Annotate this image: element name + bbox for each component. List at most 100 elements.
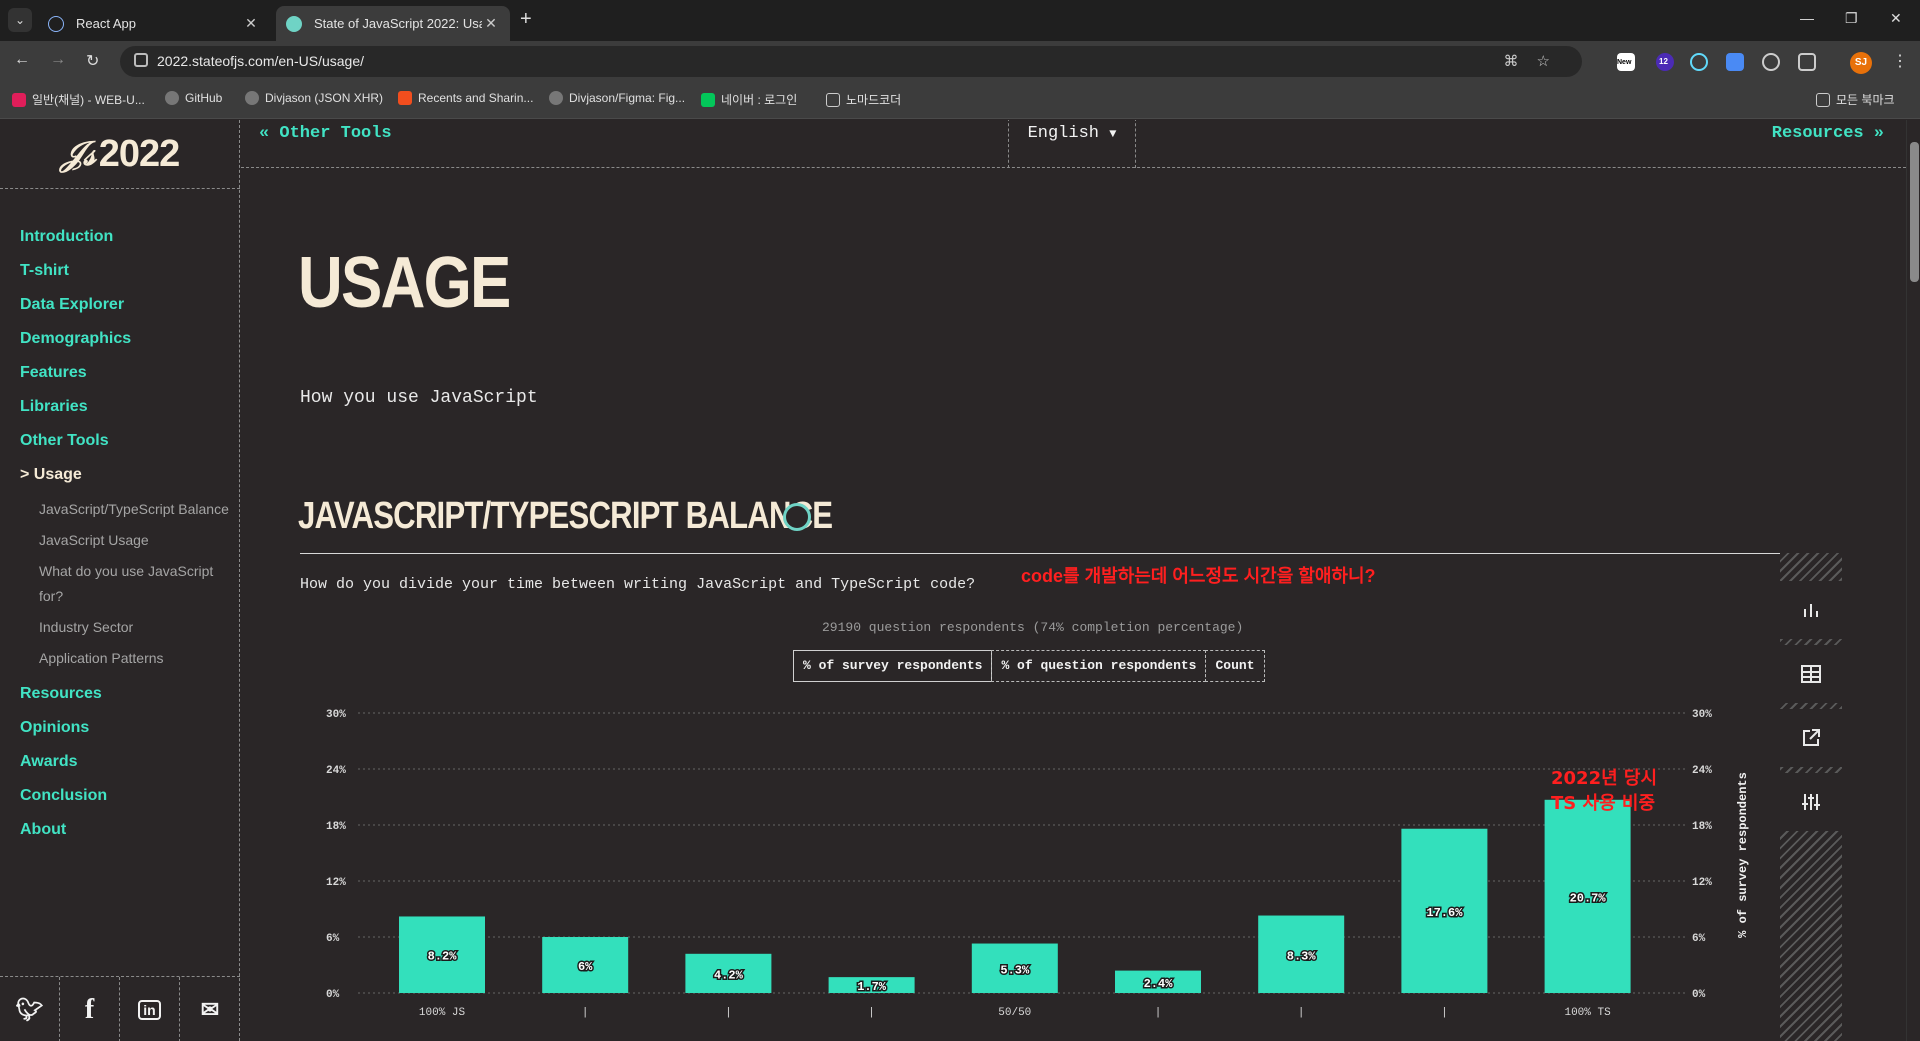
sidebar-item-other-tools[interactable]: Other Tools: [20, 424, 229, 458]
sidebar-item-conclusion[interactable]: Conclusion: [20, 779, 229, 813]
sidebar-item-libraries[interactable]: Libraries: [20, 390, 229, 424]
linkedin-icon[interactable]: in: [120, 977, 180, 1041]
sidebar-item-demographics[interactable]: Demographics: [20, 322, 229, 356]
x-tick-label: |: [725, 1007, 732, 1019]
language-label: English: [1027, 124, 1099, 143]
profile-avatar[interactable]: SJ: [1850, 52, 1872, 74]
page-title: USAGE: [298, 243, 511, 323]
bookmark-label: 네이버 : 로그인: [721, 93, 798, 107]
translate-and-bookmark-icons[interactable]: ⌘☆: [1504, 52, 1568, 70]
sidebar-subitem-js-usage[interactable]: JavaScript Usage: [39, 528, 229, 553]
extension-new-icon[interactable]: New: [1617, 53, 1635, 71]
page-content: 𝒥𝓈 2022 Introduction T-shirt Data Explor…: [0, 120, 1920, 1041]
sidebar-item-resources[interactable]: Resources: [20, 677, 229, 711]
bookmark-label: Recents and Sharin...: [418, 91, 534, 105]
tab-state-of-js[interactable]: State of JavaScript 2022: Usage ✕: [276, 6, 510, 41]
sidebar-subitem-what-use-js-for[interactable]: What do you use JavaScript for?: [39, 559, 229, 609]
unit-survey-respondents-button[interactable]: % of survey respondents: [793, 650, 993, 682]
new-tab-button[interactable]: +: [520, 8, 532, 31]
facebook-icon[interactable]: f: [60, 977, 120, 1041]
unit-count-button[interactable]: Count: [1205, 650, 1265, 682]
extension-circle-icon[interactable]: [1762, 53, 1780, 71]
sidebar-item-awards[interactable]: Awards: [20, 745, 229, 779]
menu-kebab-icon[interactable]: ⋮: [1892, 51, 1908, 71]
customize-sliders-icon[interactable]: [1780, 773, 1842, 831]
sidebar-item-features[interactable]: Features: [20, 356, 229, 390]
bookmark-item[interactable]: Divjason/Figma: Fig...: [549, 91, 685, 105]
browser-tab-bar: ⌄ React App ✕ State of JavaScript 2022: …: [0, 0, 1920, 41]
bookmark-item[interactable]: 노마드코더: [826, 91, 901, 108]
stateofjs-icon: [286, 15, 302, 32]
language-selector[interactable]: English ▼: [1008, 120, 1136, 168]
react-icon: [48, 15, 64, 32]
question-annotation: code를 개발하는데 어느정도 시간을 할애하니?: [1021, 566, 1376, 586]
bookmark-label: 모든 북마크: [1836, 93, 1895, 107]
bookmark-item[interactable]: Divjason (JSON XHR): [245, 91, 383, 105]
sidebar-subitem-application-patterns[interactable]: Application Patterns: [39, 646, 229, 671]
close-tab-icon[interactable]: ✕: [242, 15, 260, 32]
minimize-icon[interactable]: —: [1800, 10, 1814, 26]
email-icon[interactable]: ✉: [180, 977, 240, 1041]
bar-value-label: 6%: [578, 960, 593, 974]
bookmark-item[interactable]: 일반(채널) - WEB-U...: [12, 91, 145, 108]
unit-question-respondents-button[interactable]: % of question respondents: [991, 650, 1207, 682]
forward-icon[interactable]: →: [50, 51, 66, 69]
sidebar-item-opinions[interactable]: Opinions: [20, 711, 229, 745]
bar-value-label: 20.7%: [1570, 891, 1607, 905]
folder-icon: [826, 92, 840, 107]
sidebar-item-about[interactable]: About: [20, 813, 229, 847]
react-devtools-icon[interactable]: [1690, 53, 1708, 71]
y-tick-label-right: 18%: [1692, 821, 1712, 833]
figma-icon: [398, 91, 412, 105]
site-info-icon[interactable]: [134, 53, 148, 67]
tab-search-button[interactable]: ⌄: [8, 8, 32, 32]
twitter-icon[interactable]: 🐦︎: [0, 977, 60, 1041]
back-icon[interactable]: ←: [14, 51, 30, 69]
bookmark-label: 일반(채널) - WEB-U...: [32, 93, 145, 107]
address-bar[interactable]: 2022.stateofjs.com/en-US/usage/ ⌘☆: [120, 46, 1582, 77]
bookmark-item[interactable]: GitHub: [165, 91, 222, 105]
bookmarks-bar: 일반(채널) - WEB-U... GitHub Divjason (JSON …: [0, 82, 1920, 119]
bar-annotation-line2: TS 사용 비중: [1551, 793, 1655, 814]
logo-year: 2022: [98, 132, 181, 175]
sidebar-subitem-industry-sector[interactable]: Industry Sector: [39, 615, 229, 640]
extensions-puzzle-icon[interactable]: [1798, 53, 1816, 71]
site-logo[interactable]: 𝒥𝓈 2022: [0, 120, 240, 189]
count-badge: 12: [1659, 57, 1668, 66]
url-text[interactable]: 2022.stateofjs.com/en-US/usage/: [157, 53, 364, 69]
extension-doc-icon[interactable]: [1726, 53, 1744, 71]
y-tick-label-left: 30%: [326, 709, 346, 721]
sidebar-item-usage[interactable]: > Usage: [20, 458, 229, 492]
bar-value-label: 5.3%: [1000, 963, 1030, 977]
scrollbar-thumb[interactable]: [1910, 142, 1919, 282]
next-section-link[interactable]: Resources »: [1772, 124, 1884, 143]
share-external-icon[interactable]: [1780, 709, 1842, 767]
table-view-icon[interactable]: [1780, 645, 1842, 703]
bookmark-item[interactable]: Recents and Sharin...: [398, 91, 533, 105]
sidebar-item-introduction[interactable]: Introduction: [20, 220, 229, 254]
balance-bar-chart: 0% 0% 6% 6% 12% 12% 18% 18% 24% 24% 30% 30% 8.2% 100%…: [326, 709, 1750, 1019]
tab-react-app[interactable]: React App ✕: [38, 6, 270, 41]
page-scrollbar[interactable]: [1906, 120, 1920, 1041]
y-tick-label-right: 30%: [1692, 709, 1712, 721]
x-tick-label: |: [1298, 1007, 1305, 1019]
close-window-icon[interactable]: ✕: [1890, 10, 1902, 27]
x-tick-label: |: [1441, 1007, 1448, 1019]
extension-counter-icon[interactable]: 12: [1656, 53, 1674, 71]
previous-section-link[interactable]: « Other Tools: [259, 124, 392, 143]
bar-chart-view-icon[interactable]: [1780, 581, 1842, 639]
bar-value-label: 17.6%: [1426, 906, 1463, 920]
bar-value-label: 1.7%: [857, 980, 887, 994]
sidebar-item-tshirt[interactable]: T-shirt: [20, 254, 229, 288]
all-bookmarks-folder[interactable]: 모든 북마크: [1816, 91, 1895, 108]
close-tab-icon[interactable]: ✕: [482, 15, 500, 32]
unit-switcher: % of survey respondents % of question re…: [793, 650, 1265, 682]
y-tick-label-left: 18%: [326, 821, 346, 833]
sidebar-subitem-js-ts-balance[interactable]: JavaScript/TypeScript Balance: [39, 497, 229, 522]
bar-value-label: 4.2%: [714, 968, 744, 982]
reload-icon[interactable]: ↻: [86, 51, 99, 71]
y-axis-label: % of survey respondents: [1736, 772, 1750, 938]
sidebar-item-data-explorer[interactable]: Data Explorer: [20, 288, 229, 322]
restore-icon[interactable]: ❐: [1845, 10, 1858, 27]
bookmark-item[interactable]: 네이버 : 로그인: [701, 91, 797, 108]
